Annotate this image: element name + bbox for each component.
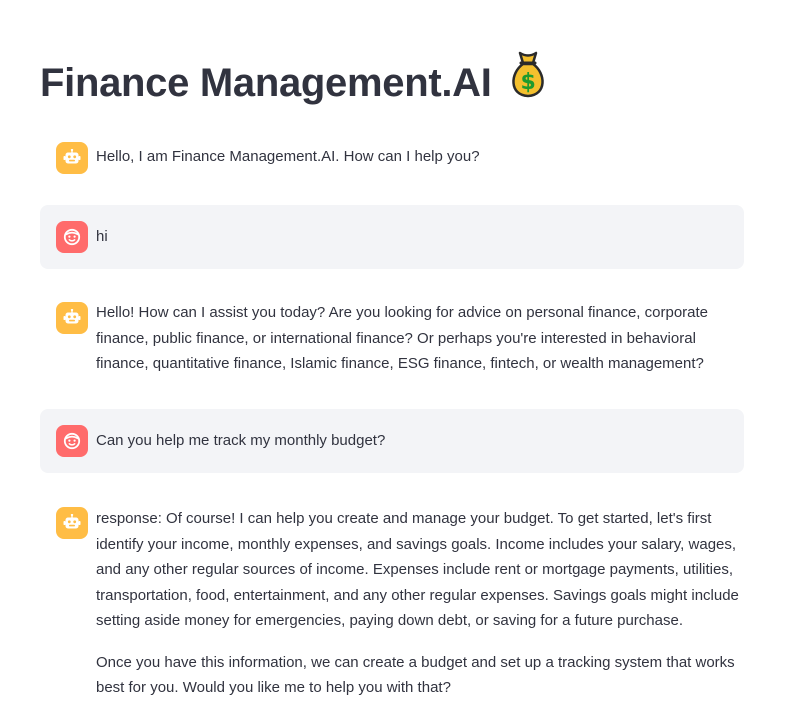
message-text: response: Of course! I can help you crea… [96,506,744,701]
message-paragraph: Can you help me track my monthly budget? [96,432,386,449]
message-paragraph: Hello! How can I assist you today? Are y… [96,304,709,372]
chat-message-user: Can you help me track my monthly budget? [40,409,744,473]
smiley-face-icon [56,425,88,457]
smiley-face-icon [56,221,88,253]
message-text: Hello! How can I assist you today? Are y… [96,300,744,377]
robot-icon [56,302,88,334]
message-paragraph: hi [96,228,108,245]
svg-text:$: $ [520,70,535,95]
message-paragraph: Hello, I am Finance Management.AI. How c… [96,148,480,165]
message-text: Hello, I am Finance Management.AI. How c… [96,144,744,170]
message-paragraph: response: Of course! I can help you crea… [96,510,739,629]
robot-icon [56,142,88,174]
robot-icon [56,507,88,539]
message-paragraph: Once you have this information, we can c… [96,653,735,697]
chat-message-user: hi [40,205,744,269]
page-title-text: Finance Management.AI [40,61,492,106]
message-text: Can you help me track my monthly budget? [96,428,744,454]
money-bag-icon: $ [506,49,550,116]
chat-message-assistant: response: Of course! I can help you crea… [40,504,744,714]
chat-message-assistant: Hello! How can I assist you today? Are y… [40,298,744,390]
chat-message-assistant: Hello, I am Finance Management.AI. How c… [40,137,744,177]
page-title: Finance Management.AI $ [40,49,550,119]
message-text: hi [96,224,744,250]
